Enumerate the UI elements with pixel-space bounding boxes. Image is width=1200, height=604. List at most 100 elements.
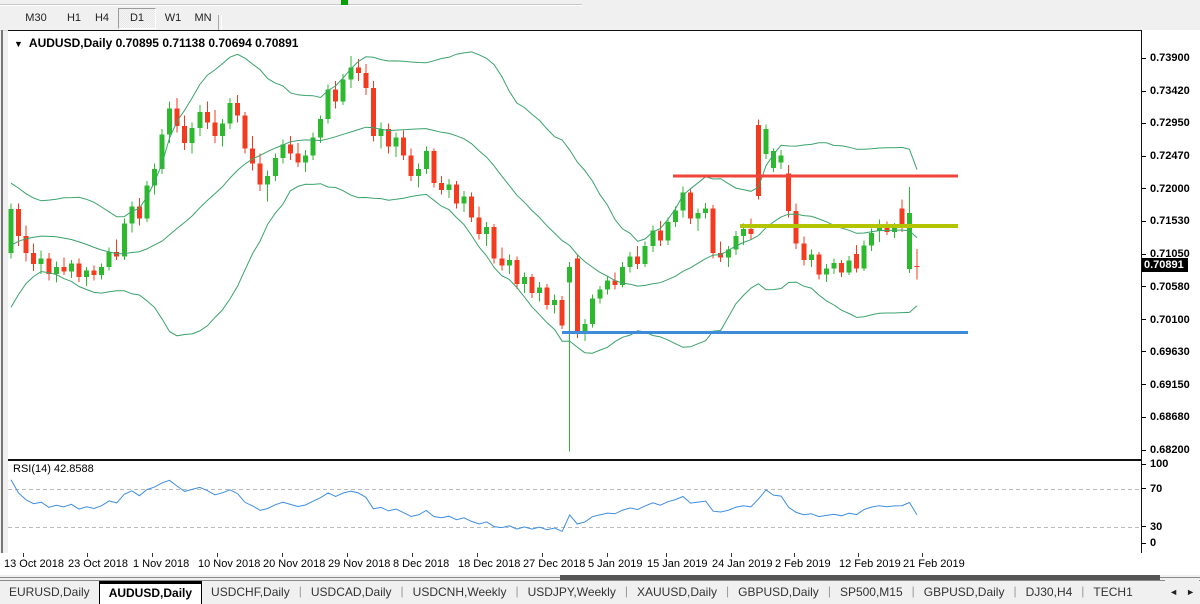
- date-label: 20 Nov 2018: [263, 558, 326, 570]
- buy-indicator-icon: [341, 0, 348, 5]
- price-axis-tick: 0.72950: [1142, 117, 1190, 129]
- chart-tab-TECH1[interactable]: TECH1: [1084, 581, 1141, 604]
- timeframe-button-H1[interactable]: H1: [60, 8, 88, 29]
- price-tick-label: 0.73900: [1150, 52, 1190, 64]
- timeframe-button-W1[interactable]: W1: [158, 8, 188, 29]
- mt4-terminal: { "topStrip": { "greenBoxColor": "#00a00…: [0, 0, 1200, 604]
- date-tick-mark: [412, 553, 413, 557]
- rsi-line: [10, 479, 918, 533]
- chart-tab-SP500-M15[interactable]: SP500,M15: [831, 581, 912, 604]
- chart-tab-USDCNH-Weekly[interactable]: USDCNH,Weekly: [404, 581, 516, 604]
- rsi-tick-label: 70: [1150, 482, 1163, 495]
- date-label: 8 Dec 2018: [393, 558, 450, 570]
- price-axis-tick: 0.73420: [1142, 85, 1190, 97]
- rsi-indicator-label: RSI(14) 42.8588: [13, 463, 94, 475]
- rsi-axis-tick: 100: [1142, 458, 1168, 470]
- date-tick-mark: [87, 553, 88, 557]
- date-label: 5 Jan 2019: [588, 558, 643, 570]
- price-axis-tick: 0.68200: [1142, 444, 1190, 456]
- price-axis-tick: 0.72000: [1142, 183, 1190, 195]
- date-axis[interactable]: 13 Oct 2018 23 Oct 2018 1 Nov 2018 10 Nov 2…: [0, 553, 1200, 575]
- candlestick-chart[interactable]: [8, 31, 1141, 459]
- date-tick-mark: [282, 553, 283, 557]
- chart-tab-USDCAD-Daily[interactable]: USDCAD,Daily: [302, 581, 401, 604]
- date-label: 27 Dec 2018: [523, 558, 586, 570]
- timeframe-button-M30[interactable]: M30: [18, 8, 54, 29]
- chart-collapse-icon[interactable]: ▼: [14, 39, 23, 49]
- timeframe-button-MN[interactable]: MN: [188, 8, 218, 29]
- date-tick-mark: [542, 553, 543, 557]
- date-tick-mark: [666, 553, 667, 557]
- price-tick-label: 0.70100: [1150, 313, 1190, 326]
- date-label: 12 Feb 2019: [839, 558, 901, 570]
- price-chart-pane[interactable]: [8, 30, 1141, 460]
- rsi-axis-tick: 70: [1142, 483, 1162, 495]
- date-label: 24 Jan 2019: [712, 558, 773, 570]
- chart-tab-EURUSD-Daily[interactable]: EURUSD,Daily: [0, 581, 99, 604]
- date-label: 2 Feb 2019: [775, 558, 831, 570]
- chart-tab-GBPUSD-Daily[interactable]: GBPUSD,Daily: [729, 581, 828, 604]
- chart-tab-GBPUSD-Daily[interactable]: GBPUSD,Daily: [915, 581, 1014, 604]
- date-tick-mark: [23, 553, 24, 557]
- price-axis[interactable]: 0.73900 0.73420 0.72950 0.72470 0.72000 0.715…: [1141, 30, 1200, 554]
- price-tick-label: 0.71530: [1150, 215, 1190, 228]
- price-tick-label: 0.68680: [1150, 411, 1190, 424]
- date-label: 13 Oct 2018: [4, 558, 64, 570]
- price-axis-tick: 0.69150: [1142, 379, 1190, 391]
- price-axis-tick: 0.73900: [1142, 52, 1190, 64]
- date-label: 23 Oct 2018: [68, 558, 128, 570]
- chart-title: ▼ AUDUSD,Daily 0.70895 0.71138 0.70694 0.…: [14, 36, 298, 50]
- date-label: 21 Feb 2019: [903, 558, 965, 570]
- price-tick-label: 0.72000: [1150, 182, 1190, 195]
- price-axis-tick: 0.69630: [1142, 346, 1190, 358]
- price-axis-tick: 0.68680: [1142, 411, 1190, 423]
- tab-scroll-left-icon[interactable]: ◄: [1165, 587, 1182, 597]
- rsi-chart[interactable]: [8, 461, 1141, 553]
- rsi-tick-label: 100: [1150, 458, 1169, 470]
- price-axis-tick: 0.72470: [1142, 150, 1190, 162]
- chart-tab-DJ30-H4[interactable]: DJ30,H4: [1017, 581, 1082, 604]
- current-price-tag: 0.70891: [1142, 258, 1188, 273]
- rsi-axis-tick: 0: [1142, 537, 1156, 549]
- date-label: 15 Jan 2019: [647, 558, 708, 570]
- date-tick-mark: [347, 553, 348, 557]
- price-axis-tick: 0.71530: [1142, 215, 1190, 227]
- rsi-axis-tick: 30: [1142, 521, 1162, 533]
- date-label: 29 Nov 2018: [328, 558, 391, 570]
- price-tick-label: 0.70580: [1150, 280, 1190, 293]
- chart-title-text: AUDUSD,Daily 0.70895 0.71138 0.70694 0.7…: [28, 36, 299, 50]
- timeframe-button-H4[interactable]: H4: [88, 8, 116, 29]
- price-tick-label: 0.72470: [1150, 150, 1190, 163]
- date-tick-mark: [731, 553, 732, 557]
- chart-tab-USDCHF-Daily[interactable]: USDCHF,Daily: [202, 581, 299, 604]
- rsi-tick-label: 30: [1150, 520, 1163, 533]
- tab-scroll-arrows: ◄ ►: [1165, 580, 1199, 603]
- price-axis-tick: 0.70580: [1142, 281, 1190, 293]
- price-tick-label: 0.69630: [1150, 345, 1190, 358]
- date-label: 1 Nov 2018: [133, 558, 190, 570]
- date-label: 10 Nov 2018: [198, 558, 261, 570]
- chart-tab-AUDUSD-Daily[interactable]: AUDUSD,Daily: [98, 581, 203, 604]
- date-tick-mark: [152, 553, 153, 557]
- chart-tab-bar: EURUSD,Daily AUDUSD,Daily USDCHF,Daily | USD…: [0, 580, 1200, 604]
- tab-scroll-right-icon[interactable]: ►: [1182, 587, 1199, 597]
- candles-layer: [8, 56, 920, 452]
- rsi-tick-label: 0: [1150, 537, 1157, 549]
- timeframe-button-D1[interactable]: D1: [118, 8, 156, 29]
- date-tick-mark: [794, 553, 795, 557]
- date-label: 18 Dec 2018: [458, 558, 521, 570]
- price-tick-label: 0.72950: [1150, 117, 1190, 130]
- date-tick-mark: [217, 553, 218, 557]
- chart-tab-USDJPY-Weekly[interactable]: USDJPY,Weekly: [519, 581, 625, 604]
- date-tick-mark: [607, 553, 608, 557]
- chart-tab-XAUUSD-Daily[interactable]: XAUUSD,Daily: [628, 581, 726, 604]
- price-tick-label: 0.68200: [1150, 444, 1190, 457]
- date-tick-mark: [477, 553, 478, 557]
- timeframe-toolbar: M30 H1 H4 D1 W1 MN: [0, 6, 1200, 32]
- price-tick-label: 0.73420: [1150, 85, 1190, 98]
- date-tick-mark: [922, 553, 923, 557]
- price-tick-label: 0.69150: [1150, 378, 1190, 391]
- rsi-indicator-pane[interactable]: [8, 460, 1141, 554]
- date-tick-mark: [858, 553, 859, 557]
- price-axis-tick: 0.70100: [1142, 314, 1190, 326]
